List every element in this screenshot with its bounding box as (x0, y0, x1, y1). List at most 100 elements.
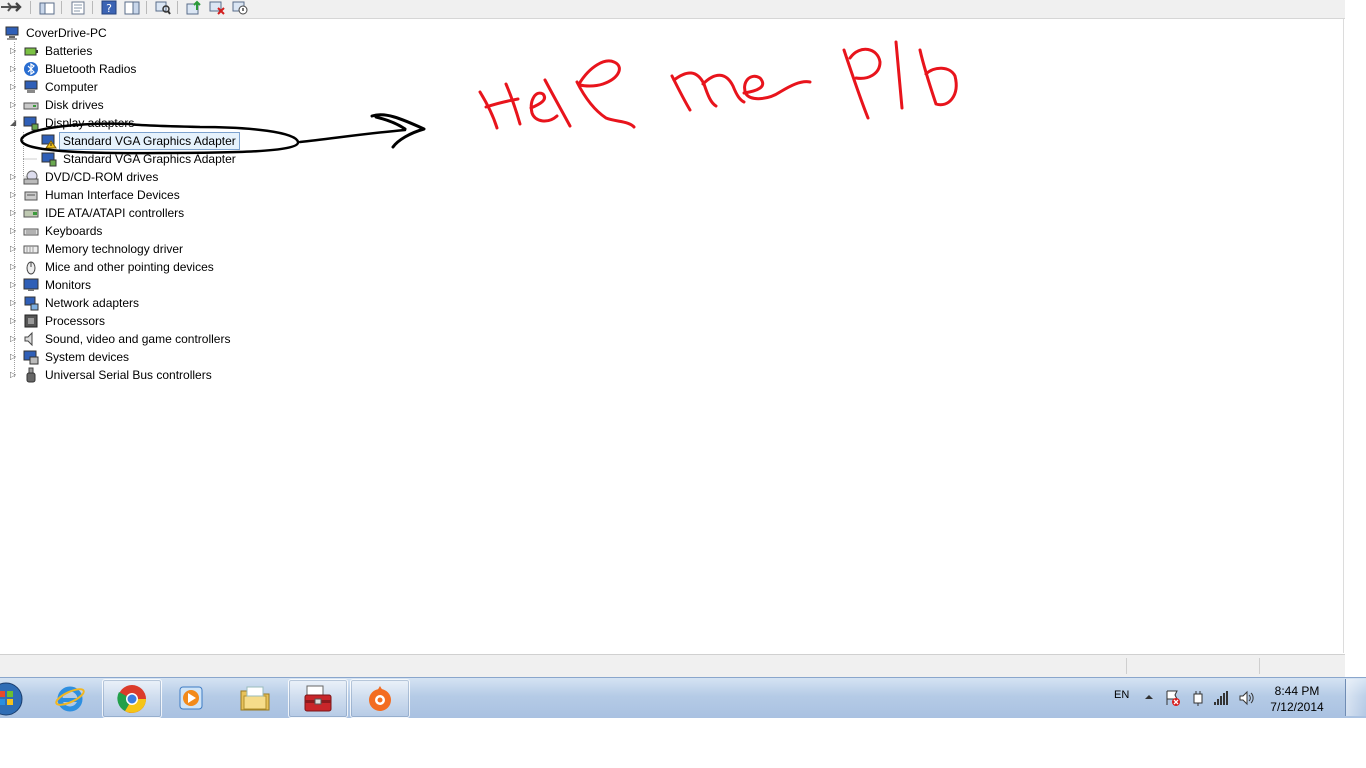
tree-category-label: IDE ATA/ATAPI controllers (45, 206, 185, 220)
display-adapter-icon (41, 152, 57, 167)
language-indicator[interactable]: EN (1114, 689, 1129, 701)
taskbar-file-explorer[interactable] (226, 679, 284, 716)
expand-arrow-icon[interactable]: ▷ (10, 276, 19, 294)
expand-arrow-icon[interactable]: ▷ (10, 78, 19, 96)
display-adapter-icon (23, 116, 39, 131)
taskbar: EN 8:44 PM 7/12/2014 (0, 677, 1366, 718)
hid-icon (24, 191, 38, 201)
tree-category-label: Display adapters (45, 116, 135, 130)
system-devices-icon (23, 350, 39, 365)
show-desktop-button[interactable] (1345, 679, 1366, 716)
computer-icon (24, 80, 38, 93)
toolbar-separator (30, 1, 31, 14)
expand-arrow-icon[interactable]: ▷ (10, 42, 19, 60)
tree-category-label: Mice and other pointing devices (45, 260, 214, 274)
power-plug-icon[interactable] (1189, 689, 1207, 707)
monitor-icon (23, 278, 39, 291)
console-tree-icon[interactable] (39, 0, 55, 15)
clock[interactable]: 8:44 PM 7/12/2014 (1262, 683, 1332, 715)
device-tree[interactable]: CoverDrive-PC ▷ Batteries ▷ Bluetooth Radio… (0, 19, 1344, 653)
battery-icon (24, 47, 38, 56)
expand-arrow-icon[interactable]: ▷ (10, 96, 19, 114)
network-adapter-icon (24, 296, 39, 311)
expand-arrow-icon[interactable]: ▷ (10, 222, 19, 240)
tree-category-label: System devices (45, 350, 130, 364)
tree-category-label: DVD/CD-ROM drives (45, 170, 159, 184)
toolbar-separator (92, 1, 93, 14)
mouse-icon (26, 261, 36, 275)
usb-icon (26, 367, 36, 383)
forward-arrow-icon[interactable] (8, 0, 24, 15)
taskbar-internet-explorer[interactable] (41, 679, 99, 716)
blank-area (0, 718, 1366, 768)
tree-category-label: Universal Serial Bus controllers (45, 368, 212, 382)
scan-hardware-icon[interactable] (155, 0, 171, 15)
taskbar-media-player[interactable] (164, 679, 222, 716)
expand-arrow-icon[interactable]: ▷ (10, 294, 19, 312)
toolbar-separator (146, 1, 147, 14)
disk-drive-icon (23, 102, 39, 110)
computer-root-icon (5, 26, 19, 40)
expand-arrow-icon[interactable]: ▷ (10, 312, 19, 330)
chrome-icon (117, 685, 146, 713)
processor-icon (24, 314, 38, 328)
media-player-icon (179, 686, 203, 710)
status-divider (1126, 658, 1127, 674)
network-signal-icon[interactable] (1212, 689, 1230, 707)
tree-category-label: Sound, video and game controllers (45, 332, 231, 346)
expand-arrow-icon[interactable]: ▷ (10, 258, 19, 276)
toolbar-separator (61, 1, 62, 14)
file-explorer-icon (240, 686, 270, 711)
disable-device-icon[interactable] (232, 0, 248, 15)
uninstall-device-icon[interactable] (209, 0, 225, 15)
expand-arrow-icon[interactable]: ▷ (10, 366, 19, 384)
volume-icon[interactable] (1238, 689, 1256, 707)
taskbar-chrome[interactable] (102, 679, 162, 718)
tree-category-label: Memory technology driver (45, 242, 184, 256)
ide-controller-icon (23, 209, 39, 218)
memory-icon (23, 245, 39, 254)
origin-icon (369, 686, 391, 711)
clock-date: 7/12/2014 (1270, 700, 1324, 714)
keyboard-icon (23, 228, 39, 236)
selected-adapter-label: Standard VGA Graphics Adapter (59, 132, 240, 150)
expand-arrow-icon[interactable]: ▷ (10, 348, 19, 366)
tree-category-label: Batteries (45, 44, 93, 58)
clock-time: 8:44 PM (1274, 684, 1320, 698)
tree-category-label: Computer (45, 80, 98, 94)
tree-category-label: Network adapters (45, 296, 140, 310)
toolbar: ? (0, 0, 1345, 19)
expand-arrow-icon[interactable]: ▷ (10, 240, 19, 258)
status-divider (1259, 658, 1260, 674)
start-button[interactable] (0, 679, 26, 716)
action-pane-icon[interactable] (124, 0, 140, 15)
update-driver-icon[interactable] (186, 0, 202, 15)
start-orb-icon (0, 682, 23, 716)
device-manager-toolbox-icon (304, 685, 332, 712)
expand-arrow-icon[interactable]: ▷ (10, 168, 19, 186)
taskbar-origin[interactable] (350, 679, 410, 718)
vertical-scroll-area[interactable] (1345, 19, 1366, 653)
status-bar (0, 654, 1345, 677)
adapter-label: Standard VGA Graphics Adapter (63, 152, 236, 166)
taskbar-device-manager[interactable] (288, 679, 348, 718)
tree-category-label: Bluetooth Radios (45, 62, 137, 76)
sound-icon (24, 331, 33, 347)
expand-arrow-icon[interactable]: ▷ (10, 204, 19, 222)
action-center-flag-icon[interactable] (1164, 689, 1182, 707)
svg-text:?: ? (106, 2, 112, 15)
tree-category-label: Keyboards (45, 224, 103, 238)
tree-category-label: Disk drives (45, 98, 104, 112)
collapse-arrow-icon[interactable]: ◢ (10, 114, 19, 132)
expand-arrow-icon[interactable]: ▷ (10, 186, 19, 204)
expand-arrow-icon[interactable]: ▷ (10, 330, 19, 348)
bluetooth-icon (24, 62, 38, 76)
show-hidden-icons-icon[interactable] (1144, 692, 1154, 702)
expand-arrow-icon[interactable]: ▷ (10, 60, 19, 78)
tree-root-label: CoverDrive-PC (26, 26, 107, 40)
properties-icon[interactable] (70, 0, 86, 15)
tree-category-label: Monitors (45, 278, 92, 292)
internet-explorer-icon (55, 686, 85, 712)
display-adapter-warning-icon (41, 134, 57, 149)
help-icon[interactable]: ? (101, 0, 117, 15)
